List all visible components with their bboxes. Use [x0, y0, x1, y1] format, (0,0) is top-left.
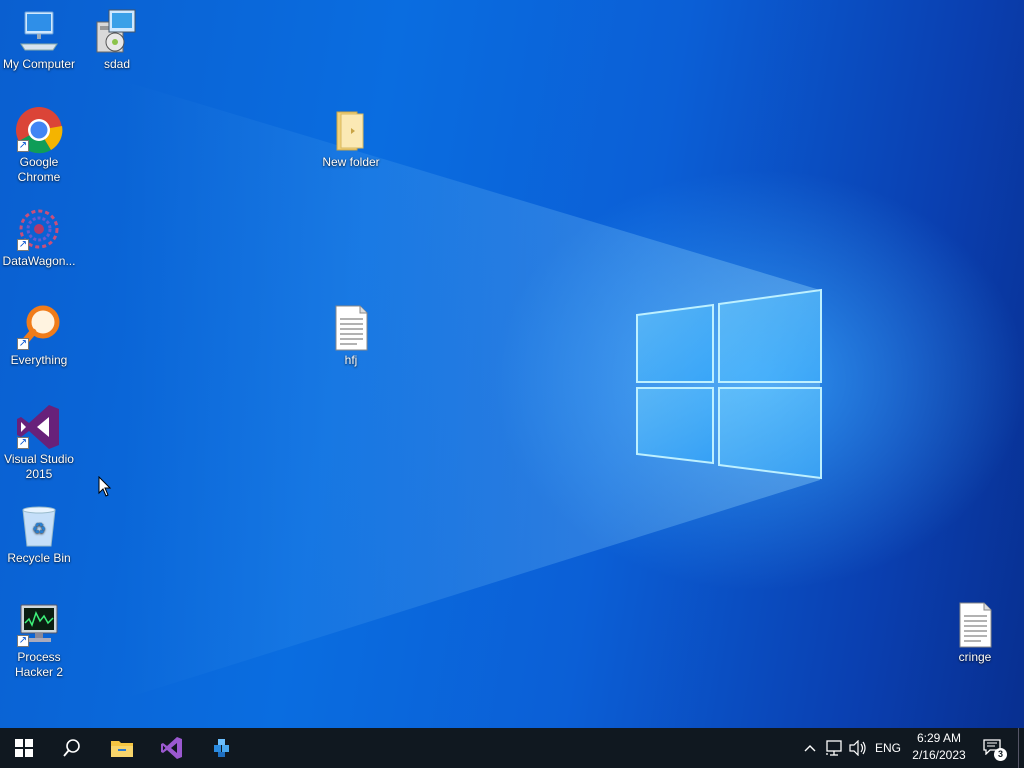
- start-button[interactable]: [0, 728, 48, 768]
- recycle-bin-desktop-icon[interactable]: ♻ Recycle Bin: [0, 502, 78, 566]
- network-tray-button[interactable]: [823, 728, 847, 768]
- process-hacker-icon: ↗: [15, 601, 63, 649]
- show-desktop-button[interactable]: [1018, 728, 1024, 768]
- sdad-label: sdad: [103, 57, 131, 71]
- visual-studio-icon: [161, 737, 182, 759]
- text-file-icon: [327, 304, 375, 352]
- everything-label: Everything: [10, 353, 68, 367]
- speaker-icon: [849, 740, 866, 756]
- installer-icon: [93, 8, 141, 56]
- windows-start-icon: [15, 739, 33, 757]
- datawagon-icon: ↗: [15, 205, 63, 253]
- my-computer-label: My Computer: [2, 57, 76, 71]
- svg-text:♻: ♻: [32, 519, 46, 538]
- chrome-icon: ↗: [15, 106, 63, 154]
- clock-time: 6:29 AM: [916, 731, 962, 745]
- google-chrome-desktop-icon[interactable]: ↗ Google Chrome: [0, 106, 78, 185]
- my-computer-desktop-icon[interactable]: My Computer: [0, 8, 78, 72]
- datawagon-label: DataWagon...: [2, 254, 76, 268]
- language-indicator[interactable]: ENG: [872, 728, 904, 768]
- hfj-label: hfj: [344, 353, 358, 367]
- network-icon: [826, 740, 842, 756]
- search-button[interactable]: [48, 728, 96, 768]
- visual-studio-desktop-icon[interactable]: ↗ Visual Studio 2015: [0, 403, 78, 482]
- chevron-up-icon: [804, 745, 816, 752]
- shortcut-arrow-icon: ↗: [17, 338, 29, 350]
- magnifier-icon: ↗: [15, 304, 63, 352]
- windows-logo-wallpaper: [120, 80, 822, 700]
- clock-date: 2/16/2023: [912, 748, 966, 762]
- google-chrome-label: Google Chrome: [17, 155, 61, 184]
- folder-icon: [327, 106, 375, 154]
- notification-count-badge: 3: [994, 748, 1007, 761]
- computer-icon: [15, 8, 63, 56]
- shortcut-arrow-icon: ↗: [17, 635, 29, 647]
- visual-studio-icon: ↗: [15, 403, 63, 451]
- mouse-cursor-icon: [98, 476, 112, 497]
- file-explorer-taskbar-button[interactable]: [98, 728, 146, 768]
- search-icon: [63, 739, 80, 757]
- datawagon-desktop-icon[interactable]: ↗ DataWagon...: [0, 205, 78, 269]
- new-folder-desktop-icon[interactable]: New folder: [312, 106, 390, 170]
- sdad-desktop-icon[interactable]: sdad: [78, 8, 156, 72]
- visual-studio-taskbar-button[interactable]: [148, 728, 196, 768]
- hfj-desktop-icon[interactable]: hfj: [312, 304, 390, 368]
- recycle-bin-icon: ♻: [15, 502, 63, 550]
- desktop-background[interactable]: My Computer sdad ↗ Google Chrome New fol…: [0, 0, 1024, 728]
- show-hidden-icons-button[interactable]: [800, 728, 820, 768]
- shortcut-arrow-icon: ↗: [17, 239, 29, 251]
- taskbar: ENG 6:29 AM 2/16/2023 3: [0, 728, 1024, 768]
- cringe-label: cringe: [958, 650, 992, 664]
- process-hacker-desktop-icon[interactable]: ↗ Process Hacker 2: [0, 601, 78, 680]
- shortcut-arrow-icon: ↗: [17, 437, 29, 449]
- file-explorer-icon: [111, 741, 133, 757]
- clock[interactable]: 6:29 AM 2/16/2023: [906, 730, 972, 764]
- process-hacker-label: Process Hacker 2: [14, 650, 64, 679]
- datawagon-icon: [214, 739, 229, 757]
- action-center-button[interactable]: 3: [978, 728, 1008, 768]
- visual-studio-label: Visual Studio 2015: [4, 452, 74, 481]
- cringe-desktop-icon[interactable]: cringe: [936, 601, 1014, 665]
- recycle-bin-label: Recycle Bin: [7, 551, 71, 565]
- volume-tray-button[interactable]: [847, 728, 869, 768]
- new-folder-label: New folder: [322, 155, 380, 169]
- datawagon-taskbar-button[interactable]: [198, 728, 246, 768]
- shortcut-arrow-icon: ↗: [17, 140, 29, 152]
- everything-desktop-icon[interactable]: ↗ Everything: [0, 304, 78, 368]
- text-file-icon: [951, 601, 999, 649]
